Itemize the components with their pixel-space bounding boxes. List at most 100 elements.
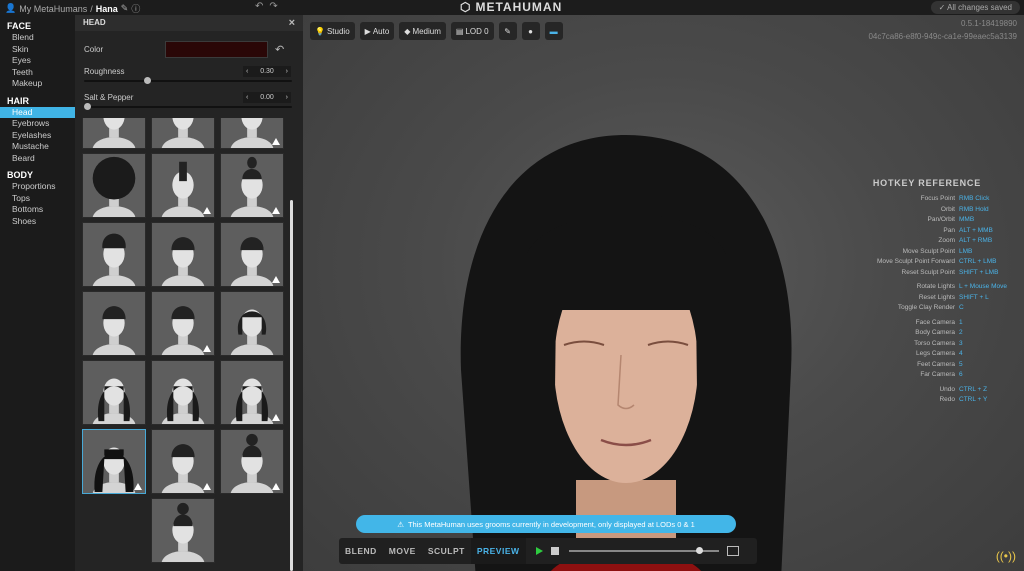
redo-icon[interactable]: ↷ xyxy=(269,1,283,12)
nav-item-tops[interactable]: Tops xyxy=(0,193,75,205)
color-swatch[interactable] xyxy=(165,41,268,58)
mode-move-button[interactable]: MOVE xyxy=(383,538,422,564)
roughness-stepper[interactable]: ‹ 0.30 › xyxy=(243,66,291,77)
clay-render-button[interactable]: ● xyxy=(521,22,540,40)
hairstyle-thumbnail[interactable] xyxy=(151,118,215,149)
hotkey-row: Far Camera 6 xyxy=(863,370,1018,381)
hotkey-row: Zoom ALT + RMB xyxy=(863,236,1018,247)
breadcrumb-root[interactable]: My MetaHumans xyxy=(19,4,87,14)
pen-tool-button[interactable]: ✎ xyxy=(498,22,517,40)
roughness-slider[interactable] xyxy=(84,77,292,84)
mode-bar: BLEND MOVE SCULPT PREVIEW xyxy=(339,538,757,564)
hairstyle-thumbnail[interactable] xyxy=(151,153,215,218)
hairstyle-thumbnail[interactable] xyxy=(82,222,146,287)
mode-preview-button[interactable]: PREVIEW xyxy=(470,538,526,564)
hotkey-action: Rotate Lights xyxy=(916,283,955,290)
nav-item-eyes[interactable]: Eyes xyxy=(0,55,75,67)
nav-section-hair: HAIR xyxy=(7,95,29,106)
salt-pepper-value[interactable]: 0.00 xyxy=(260,94,274,101)
hairstyle-thumbnail[interactable] xyxy=(220,291,284,356)
mode-sculpt-button[interactable]: SCULPT xyxy=(422,538,471,564)
salt-pepper-slider-handle[interactable] xyxy=(84,103,91,110)
decrement-icon[interactable]: ‹ xyxy=(246,94,248,101)
keyboard-icon: ▬ xyxy=(549,26,558,36)
metahuman-logo-icon: ⬡ xyxy=(460,0,472,14)
nav-section-body: BODY xyxy=(7,170,34,180)
undo-icon[interactable]: ↶ xyxy=(255,1,269,12)
nav-item-eyebrows[interactable]: Eyebrows xyxy=(0,118,75,130)
decrement-icon[interactable]: ‹ xyxy=(246,68,248,75)
animation-timeline[interactable] xyxy=(568,547,719,554)
cloud-check-icon: ✓ xyxy=(938,3,948,12)
increment-icon[interactable]: › xyxy=(286,68,288,75)
nav-item-shoes[interactable]: Shoes xyxy=(0,216,75,228)
hotkey-row: Legs Camera 4 xyxy=(863,349,1018,360)
lod-button[interactable]: ▤ LOD 0 xyxy=(450,22,494,40)
viewport[interactable]: 💡 Studio ▶ Auto ◆ Medium ▤ LOD 0 ✎ ● ▬ 0.5.1… xyxy=(303,15,1024,571)
nav-item-blend[interactable]: Blend xyxy=(0,32,75,44)
nav-item-mustache[interactable]: Mustache xyxy=(0,141,75,153)
hairstyle-thumbnail[interactable] xyxy=(220,153,284,218)
panel-scrollbar[interactable] xyxy=(290,200,293,571)
panel-title: HEAD xyxy=(83,18,106,27)
nav-item-skin[interactable]: Skin xyxy=(0,44,75,56)
close-icon[interactable]: × xyxy=(289,15,295,31)
nav-item-teeth[interactable]: Teeth xyxy=(0,67,75,79)
camera-auto-button[interactable]: ▶ Auto xyxy=(359,22,395,40)
nav-item-makeup[interactable]: Makeup xyxy=(0,78,75,90)
hotkey-action: Zoom xyxy=(938,237,955,244)
edit-icon[interactable]: ✎ xyxy=(121,3,129,14)
hairstyle-thumbnail[interactable] xyxy=(151,291,215,356)
hairstyle-thumbnail[interactable] xyxy=(151,498,215,563)
head-hair-panel: HEAD × Color ↶ Roughness ‹ 0.30 › Salt & Pe… xyxy=(75,15,303,571)
hairstyle-thumbnail[interactable] xyxy=(220,118,284,149)
stop-icon[interactable] xyxy=(550,547,559,555)
hotkey-row: Feet Camera 5 xyxy=(863,360,1018,371)
hotkey-action: Move Sculpt Point Forward xyxy=(876,258,955,265)
nav-item-head[interactable]: Head xyxy=(0,106,75,118)
hairstyle-thumbnail[interactable] xyxy=(82,291,146,356)
salt-pepper-stepper[interactable]: ‹ 0.00 › xyxy=(243,92,291,103)
pen-icon: ✎ xyxy=(504,26,511,36)
hotkey-row: Focus Point RMB Click xyxy=(863,194,1018,205)
warning-icon: ⚠ xyxy=(397,519,404,529)
increment-icon[interactable]: › xyxy=(286,94,288,101)
quality-medium-button[interactable]: ◆ Medium xyxy=(399,22,446,40)
hairstyle-thumbnail[interactable] xyxy=(82,153,146,218)
hairstyle-thumbnail[interactable] xyxy=(151,360,215,425)
camera-label: Auto xyxy=(372,26,390,36)
hairstyle-thumbnail[interactable] xyxy=(220,360,284,425)
lighting-studio-button[interactable]: 💡 Studio xyxy=(310,22,355,40)
hairstyle-grid xyxy=(82,118,288,571)
help-icon[interactable]: ⓘ xyxy=(131,2,140,15)
notice-text: This MetaHuman uses grooms currently in … xyxy=(407,519,695,529)
hairstyle-thumbnail[interactable] xyxy=(151,429,215,494)
hairstyle-thumbnail[interactable] xyxy=(82,360,146,425)
play-icon[interactable] xyxy=(535,547,543,555)
lod-label: LOD 0 xyxy=(465,26,489,36)
salt-pepper-slider[interactable] xyxy=(84,103,292,110)
timeline-scrubber[interactable] xyxy=(696,547,704,554)
roughness-value[interactable]: 0.30 xyxy=(260,68,274,75)
hairstyle-thumbnail[interactable] xyxy=(82,429,146,494)
nav-item-proportions[interactable]: Proportions xyxy=(0,181,75,193)
roughness-slider-handle[interactable] xyxy=(144,77,151,84)
livelink-signal-icon[interactable]: ((•)) xyxy=(996,549,1016,563)
nav-item-eyelashes[interactable]: Eyelashes xyxy=(0,130,75,142)
hotkey-row: Undo CTRL + Z xyxy=(863,385,1018,396)
hairstyle-thumbnail[interactable] xyxy=(151,222,215,287)
nav-item-bottoms[interactable]: Bottoms xyxy=(0,204,75,216)
clapperboard-icon[interactable] xyxy=(726,546,739,556)
user-icon: 👤 xyxy=(5,3,17,13)
hairstyle-thumbnail[interactable] xyxy=(220,429,284,494)
hotkey-title: HOTKEY REFERENCE xyxy=(872,178,981,188)
keyboard-button[interactable]: ▬ xyxy=(544,22,563,40)
nav-item-beard[interactable]: Beard xyxy=(0,153,75,165)
quality-label: Medium xyxy=(412,26,441,36)
hairstyle-thumbnail[interactable] xyxy=(220,222,284,287)
hairstyle-thumbnail[interactable] xyxy=(82,118,146,149)
hotkey-action: Redo xyxy=(939,396,955,403)
hotkey-action: Orbit xyxy=(940,205,955,213)
mode-blend-button[interactable]: BLEND xyxy=(339,538,383,564)
reset-color-icon[interactable]: ↶ xyxy=(275,43,284,56)
